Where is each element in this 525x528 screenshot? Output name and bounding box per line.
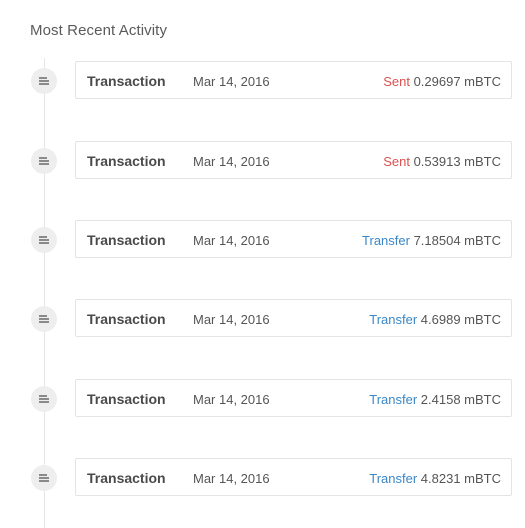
activity-row: Transaction Mar 14, 2016 Sent 0.53913 mB… (0, 141, 525, 181)
transaction-date: Mar 14, 2016 (193, 233, 270, 248)
transaction-card[interactable]: Transaction Mar 14, 2016 Transfer 4.8231… (75, 458, 512, 496)
transaction-amount-group: Transfer 4.8231 mBTC (369, 471, 501, 486)
activity-row: Transaction Mar 14, 2016 Transfer 4.8231… (0, 458, 525, 498)
transaction-amount-group: Sent 0.29697 mBTC (383, 74, 501, 89)
transaction-type: Transaction (87, 470, 166, 486)
document-lines-icon (31, 386, 57, 412)
transaction-card[interactable]: Transaction Mar 14, 2016 Transfer 2.4158… (75, 379, 512, 417)
transaction-amount-group: Transfer 7.18504 mBTC (362, 233, 501, 248)
transaction-date: Mar 14, 2016 (193, 392, 270, 407)
transaction-amount-group: Transfer 2.4158 mBTC (369, 392, 501, 407)
transaction-card[interactable]: Transaction Mar 14, 2016 Sent 0.53913 mB… (75, 141, 512, 179)
transaction-type: Transaction (87, 311, 166, 327)
transaction-card[interactable]: Transaction Mar 14, 2016 Transfer 4.6989… (75, 299, 512, 337)
transaction-direction: Transfer (369, 312, 421, 327)
transaction-amount: 0.53913 mBTC (413, 154, 501, 169)
activity-row: Transaction Mar 14, 2016 Sent 0.29697 mB… (0, 61, 525, 101)
transaction-amount-group: Sent 0.53913 mBTC (383, 154, 501, 169)
transaction-type: Transaction (87, 391, 166, 407)
activity-row: Transaction Mar 14, 2016 Transfer 7.1850… (0, 220, 525, 260)
transaction-type: Transaction (87, 73, 166, 89)
transaction-type: Transaction (87, 153, 166, 169)
transaction-direction: Transfer (362, 233, 414, 248)
transaction-amount-group: Transfer 4.6989 mBTC (369, 312, 501, 327)
transaction-type: Transaction (87, 232, 166, 248)
transaction-card[interactable]: Transaction Mar 14, 2016 Transfer 7.1850… (75, 220, 512, 258)
transaction-direction: Transfer (369, 471, 421, 486)
transaction-amount: 4.6989 mBTC (420, 312, 501, 327)
transaction-direction: Sent (383, 74, 414, 89)
transaction-date: Mar 14, 2016 (193, 312, 270, 327)
transaction-amount: 7.18504 mBTC (413, 233, 501, 248)
section-title: Most Recent Activity (30, 22, 168, 39)
document-lines-icon (31, 227, 57, 253)
document-lines-icon (31, 465, 57, 491)
document-lines-icon (31, 68, 57, 94)
document-lines-icon (31, 148, 57, 174)
transaction-amount: 4.8231 mBTC (420, 471, 501, 486)
transaction-date: Mar 14, 2016 (193, 74, 270, 89)
transaction-direction: Transfer (369, 392, 421, 407)
activity-row: Transaction Mar 14, 2016 Transfer 4.6989… (0, 299, 525, 339)
transaction-date: Mar 14, 2016 (193, 154, 270, 169)
transaction-card[interactable]: Transaction Mar 14, 2016 Sent 0.29697 mB… (75, 61, 512, 99)
transaction-amount: 2.4158 mBTC (420, 392, 501, 407)
transaction-amount: 0.29697 mBTC (413, 74, 501, 89)
transaction-date: Mar 14, 2016 (193, 471, 270, 486)
document-lines-icon (31, 306, 57, 332)
transaction-direction: Sent (383, 154, 414, 169)
activity-row: Transaction Mar 14, 2016 Transfer 2.4158… (0, 379, 525, 419)
